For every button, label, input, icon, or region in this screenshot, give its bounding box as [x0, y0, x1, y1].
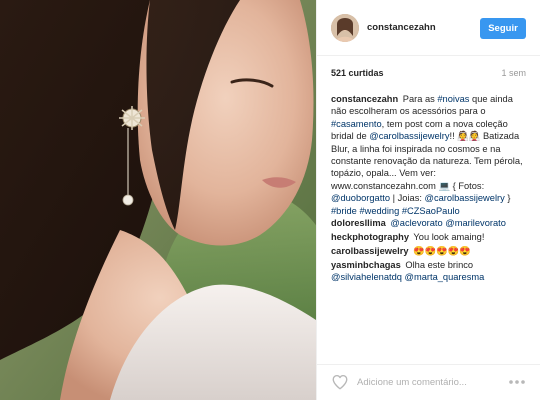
more-dots-icon[interactable]: [507, 375, 527, 389]
mention-link[interactable]: @silviahelenatdq: [331, 272, 402, 282]
hashtag-link[interactable]: #bride: [331, 206, 357, 216]
comment-author[interactable]: yasminbchagas: [331, 260, 401, 270]
avatar-image: [331, 14, 359, 42]
post-details-panel: constancezahn Seguir 521 curtidas 1 sem …: [317, 0, 540, 400]
mention-link[interactable]: @aclevorato: [390, 218, 442, 228]
bride-photo-illustration: [0, 0, 316, 400]
post-author-username[interactable]: constancezahn: [367, 22, 436, 33]
comments-list: constancezahn Para as #noivas que ainda …: [331, 93, 529, 285]
comment-author[interactable]: doloresllima: [331, 218, 386, 228]
post-photo[interactable]: [0, 0, 316, 400]
post-header: constancezahn Seguir: [317, 0, 540, 56]
comment-author[interactable]: carolbassijewelry: [331, 246, 409, 256]
heart-outline-icon[interactable]: [331, 373, 349, 391]
hashtag-link[interactable]: #wedding: [359, 206, 399, 216]
mention-link[interactable]: @carolbassijewelry: [425, 193, 505, 203]
caption: constancezahn Para as #noivas que ainda …: [331, 93, 529, 217]
avatar[interactable]: [331, 14, 359, 42]
comment-text: 😍😍😍😍😍: [413, 245, 472, 256]
hashtag-link[interactable]: #CZSaoPaulo: [402, 206, 460, 216]
instagram-post: constancezahn Seguir 521 curtidas 1 sem …: [0, 0, 540, 400]
mention-link[interactable]: @marta_quaresma: [405, 272, 485, 282]
caption-text: | Joias:: [390, 193, 425, 204]
follow-button[interactable]: Seguir: [480, 18, 526, 39]
comment: yasminbchagas Olha este brinco @silviahel…: [331, 259, 529, 284]
caption-text: }: [504, 193, 511, 204]
comment-bar: [317, 364, 540, 400]
likes-count[interactable]: 521 curtidas: [331, 68, 384, 78]
post-time[interactable]: 1 sem: [501, 68, 526, 78]
mention-link[interactable]: @duoborgatto: [331, 193, 390, 203]
comment-text: Olha este brinco: [405, 259, 474, 270]
comment-input[interactable]: [357, 375, 497, 389]
hashtag-link[interactable]: #noivas: [437, 94, 469, 104]
caption-author[interactable]: constancezahn: [331, 94, 398, 104]
caption-text: Para as: [402, 94, 438, 104]
mention-link[interactable]: @marilevorato: [445, 218, 506, 228]
comment: heckphotography You look amaing!: [331, 231, 529, 243]
comment-text: You look amaing!: [413, 231, 485, 242]
post-meta: 521 curtidas 1 sem: [331, 68, 526, 82]
comment: doloresllima @aclevorato @marilevorato: [331, 217, 529, 229]
comment: carolbassijewelry 😍😍😍😍😍: [331, 245, 529, 257]
mention-link[interactable]: @carolbassijewelry: [369, 131, 449, 141]
comment-author[interactable]: heckphotography: [331, 232, 409, 242]
hashtag-link[interactable]: #casamento: [331, 119, 382, 129]
